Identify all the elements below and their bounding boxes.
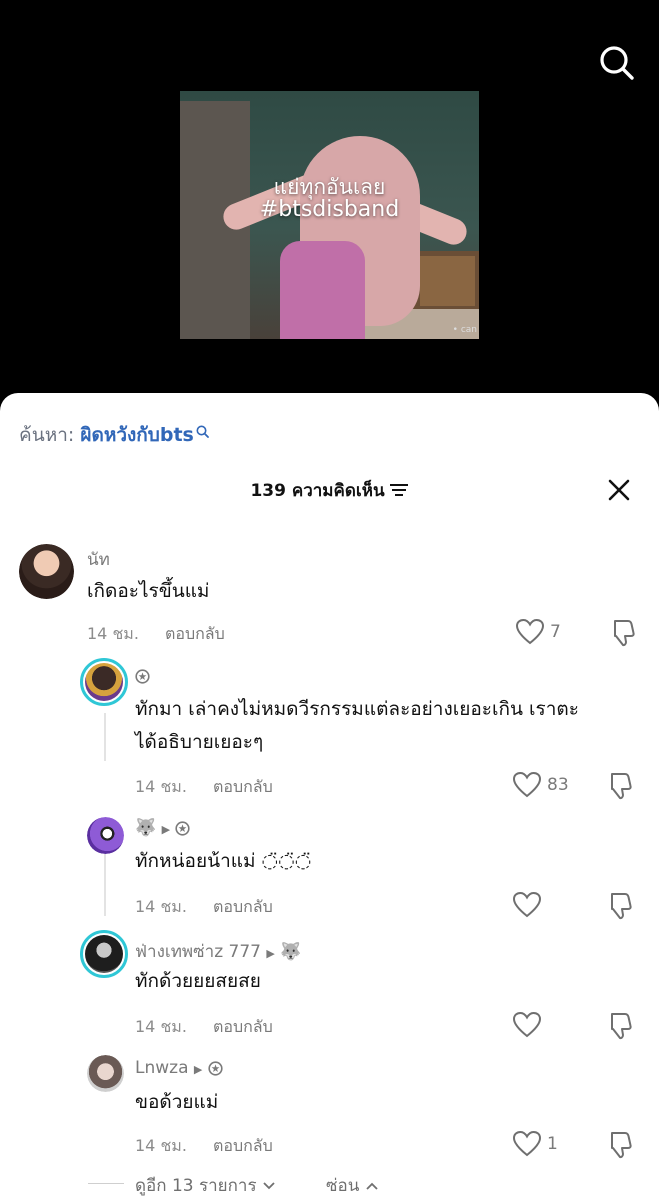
like-button[interactable] — [513, 892, 547, 918]
avatar[interactable] — [87, 817, 124, 854]
video-area: แย่ทุกอันเลย #btsdisband • can — [0, 0, 659, 400]
comment-text: ทักด้วยยยสยสย — [135, 970, 261, 992]
comments-header: 139 ความคิดเห็น — [0, 477, 659, 505]
heart-icon — [513, 892, 541, 918]
like-count: 7 — [550, 622, 561, 642]
search-suggestion[interactable]: ค้นหา: ผิดหวังกับbts — [19, 420, 209, 450]
dislike-button[interactable] — [606, 772, 632, 804]
arrow-icon: ▶ — [266, 947, 275, 960]
filter-icon[interactable] — [389, 482, 409, 503]
dislike-button[interactable] — [606, 892, 632, 924]
chevron-up-icon — [365, 1176, 379, 1196]
dislike-icon — [611, 1132, 632, 1159]
comment-text: ขอด้วยแม่ — [135, 1091, 219, 1113]
comment-time: 14 ชม. — [135, 777, 187, 796]
comment-username[interactable]: ฟ่างเทพซ่าz 777 ▶ 🐺 — [135, 938, 301, 965]
comment-text-line2: ได้อธิบายเยอะๆ — [135, 731, 264, 753]
heart-icon — [516, 619, 544, 645]
chevron-down-icon — [262, 1176, 276, 1196]
video-caption-line2: #btsdisband — [259, 197, 400, 222]
verified-icon — [208, 1061, 223, 1081]
dislike-icon — [611, 893, 632, 920]
arrow-icon: ▶ — [161, 823, 171, 836]
comments-count-title: 139 ความคิดเห็น — [250, 481, 385, 501]
thread-line — [104, 713, 106, 761]
hide-label: ซ่อน — [326, 1176, 360, 1196]
comment-text: ทักมา เล่าคงไม่หมดวีรกรรมแต่ละอย่างเยอะเ… — [135, 693, 579, 759]
comment-username[interactable]: นัท — [87, 546, 110, 573]
dislike-button[interactable] — [606, 1131, 632, 1163]
search-suggestion-query[interactable]: ผิดหวังกับbts — [80, 424, 194, 446]
dislike-icon — [611, 773, 632, 800]
search-icon — [600, 46, 634, 80]
like-button[interactable] — [513, 1012, 547, 1038]
avatar[interactable] — [80, 930, 128, 978]
like-button[interactable]: 7 — [516, 619, 561, 645]
wolf-icon: 🐺 — [280, 942, 302, 962]
arrow-icon: ▶ — [193, 1063, 203, 1076]
verified-icon — [175, 821, 191, 841]
view-more-label: ดูอีก 13 รายการ — [135, 1176, 257, 1196]
video-thumbnail[interactable]: แย่ทุกอันเลย #btsdisband • can — [180, 91, 479, 339]
thread-line — [104, 853, 106, 916]
comment-time: 14 ชม. — [87, 624, 139, 643]
comments-sheet: ค้นหา: ผิดหวังกับbts 139 ความคิดเห็น นัท… — [0, 393, 659, 1199]
reply-button[interactable]: ตอบกลับ — [213, 777, 273, 796]
hide-replies-button[interactable]: ซ่อน — [326, 1172, 379, 1199]
comment-meta: 14 ชม. ตอบกลับ — [135, 1015, 273, 1040]
wolf-icon: 🐺 — [135, 818, 157, 838]
comment-meta: 14 ชม. ตอบกลับ — [87, 622, 225, 647]
heart-icon — [513, 1131, 541, 1157]
replies-footer: ดูอีก 13 รายการ ซ่อน — [0, 1169, 659, 1199]
search-icon — [196, 421, 209, 443]
comment-meta: 14 ชม. ตอบกลับ — [135, 895, 273, 920]
dislike-icon — [611, 1013, 632, 1040]
comment-time: 14 ชม. — [135, 897, 187, 916]
close-button[interactable] — [608, 479, 630, 501]
search-suggestion-prefix: ค้นหา: — [19, 424, 75, 446]
like-button[interactable]: 83 — [513, 772, 569, 798]
like-count: 1 — [547, 1134, 558, 1154]
comment-meta: 14 ชม. ตอบกลับ — [135, 775, 273, 800]
dislike-button[interactable] — [606, 1012, 632, 1044]
comment-text-line1: ทักมา เล่าคงไม่หมดวีรกรรมแต่ละอย่างเยอะเ… — [135, 698, 579, 720]
comment-time: 14 ชม. — [135, 1136, 187, 1155]
comment-username[interactable]: Lnwza ▶ — [135, 1058, 223, 1081]
thumb-box — [420, 256, 475, 306]
comment-time: 14 ชม. — [135, 1017, 187, 1036]
heart-icon — [513, 772, 541, 798]
comment-username[interactable]: 🐺 ▶ — [135, 818, 191, 841]
avatar[interactable] — [87, 1055, 124, 1092]
avatar[interactable] — [80, 658, 128, 706]
dislike-icon — [614, 620, 635, 647]
view-more-replies-button[interactable]: ดูอีก 13 รายการ — [135, 1172, 276, 1199]
like-button[interactable]: 1 — [513, 1131, 558, 1157]
reply-button[interactable]: ตอบกลับ — [213, 897, 273, 916]
video-watermark: • can — [452, 325, 477, 335]
comment-text: เกิดอะไรขึ้นแม่ — [87, 580, 210, 602]
thumb-figure-body — [280, 241, 365, 339]
comment-username[interactable] — [135, 666, 150, 689]
reply-button[interactable]: ตอบกลับ — [213, 1017, 273, 1036]
like-count: 83 — [547, 775, 569, 795]
dislike-button[interactable] — [609, 619, 635, 651]
verified-icon — [135, 669, 150, 689]
search-button[interactable] — [596, 42, 638, 84]
divider — [88, 1183, 124, 1184]
heart-icon — [513, 1012, 541, 1038]
avatar[interactable] — [19, 544, 74, 599]
close-icon — [608, 479, 630, 501]
comment-text: ทักหน่อยน้าแม่ ◌̈◌̈◌̈ — [135, 850, 312, 872]
comment-meta: 14 ชม. ตอบกลับ — [135, 1134, 273, 1159]
reply-button[interactable]: ตอบกลับ — [213, 1136, 273, 1155]
reply-button[interactable]: ตอบกลับ — [165, 624, 225, 643]
